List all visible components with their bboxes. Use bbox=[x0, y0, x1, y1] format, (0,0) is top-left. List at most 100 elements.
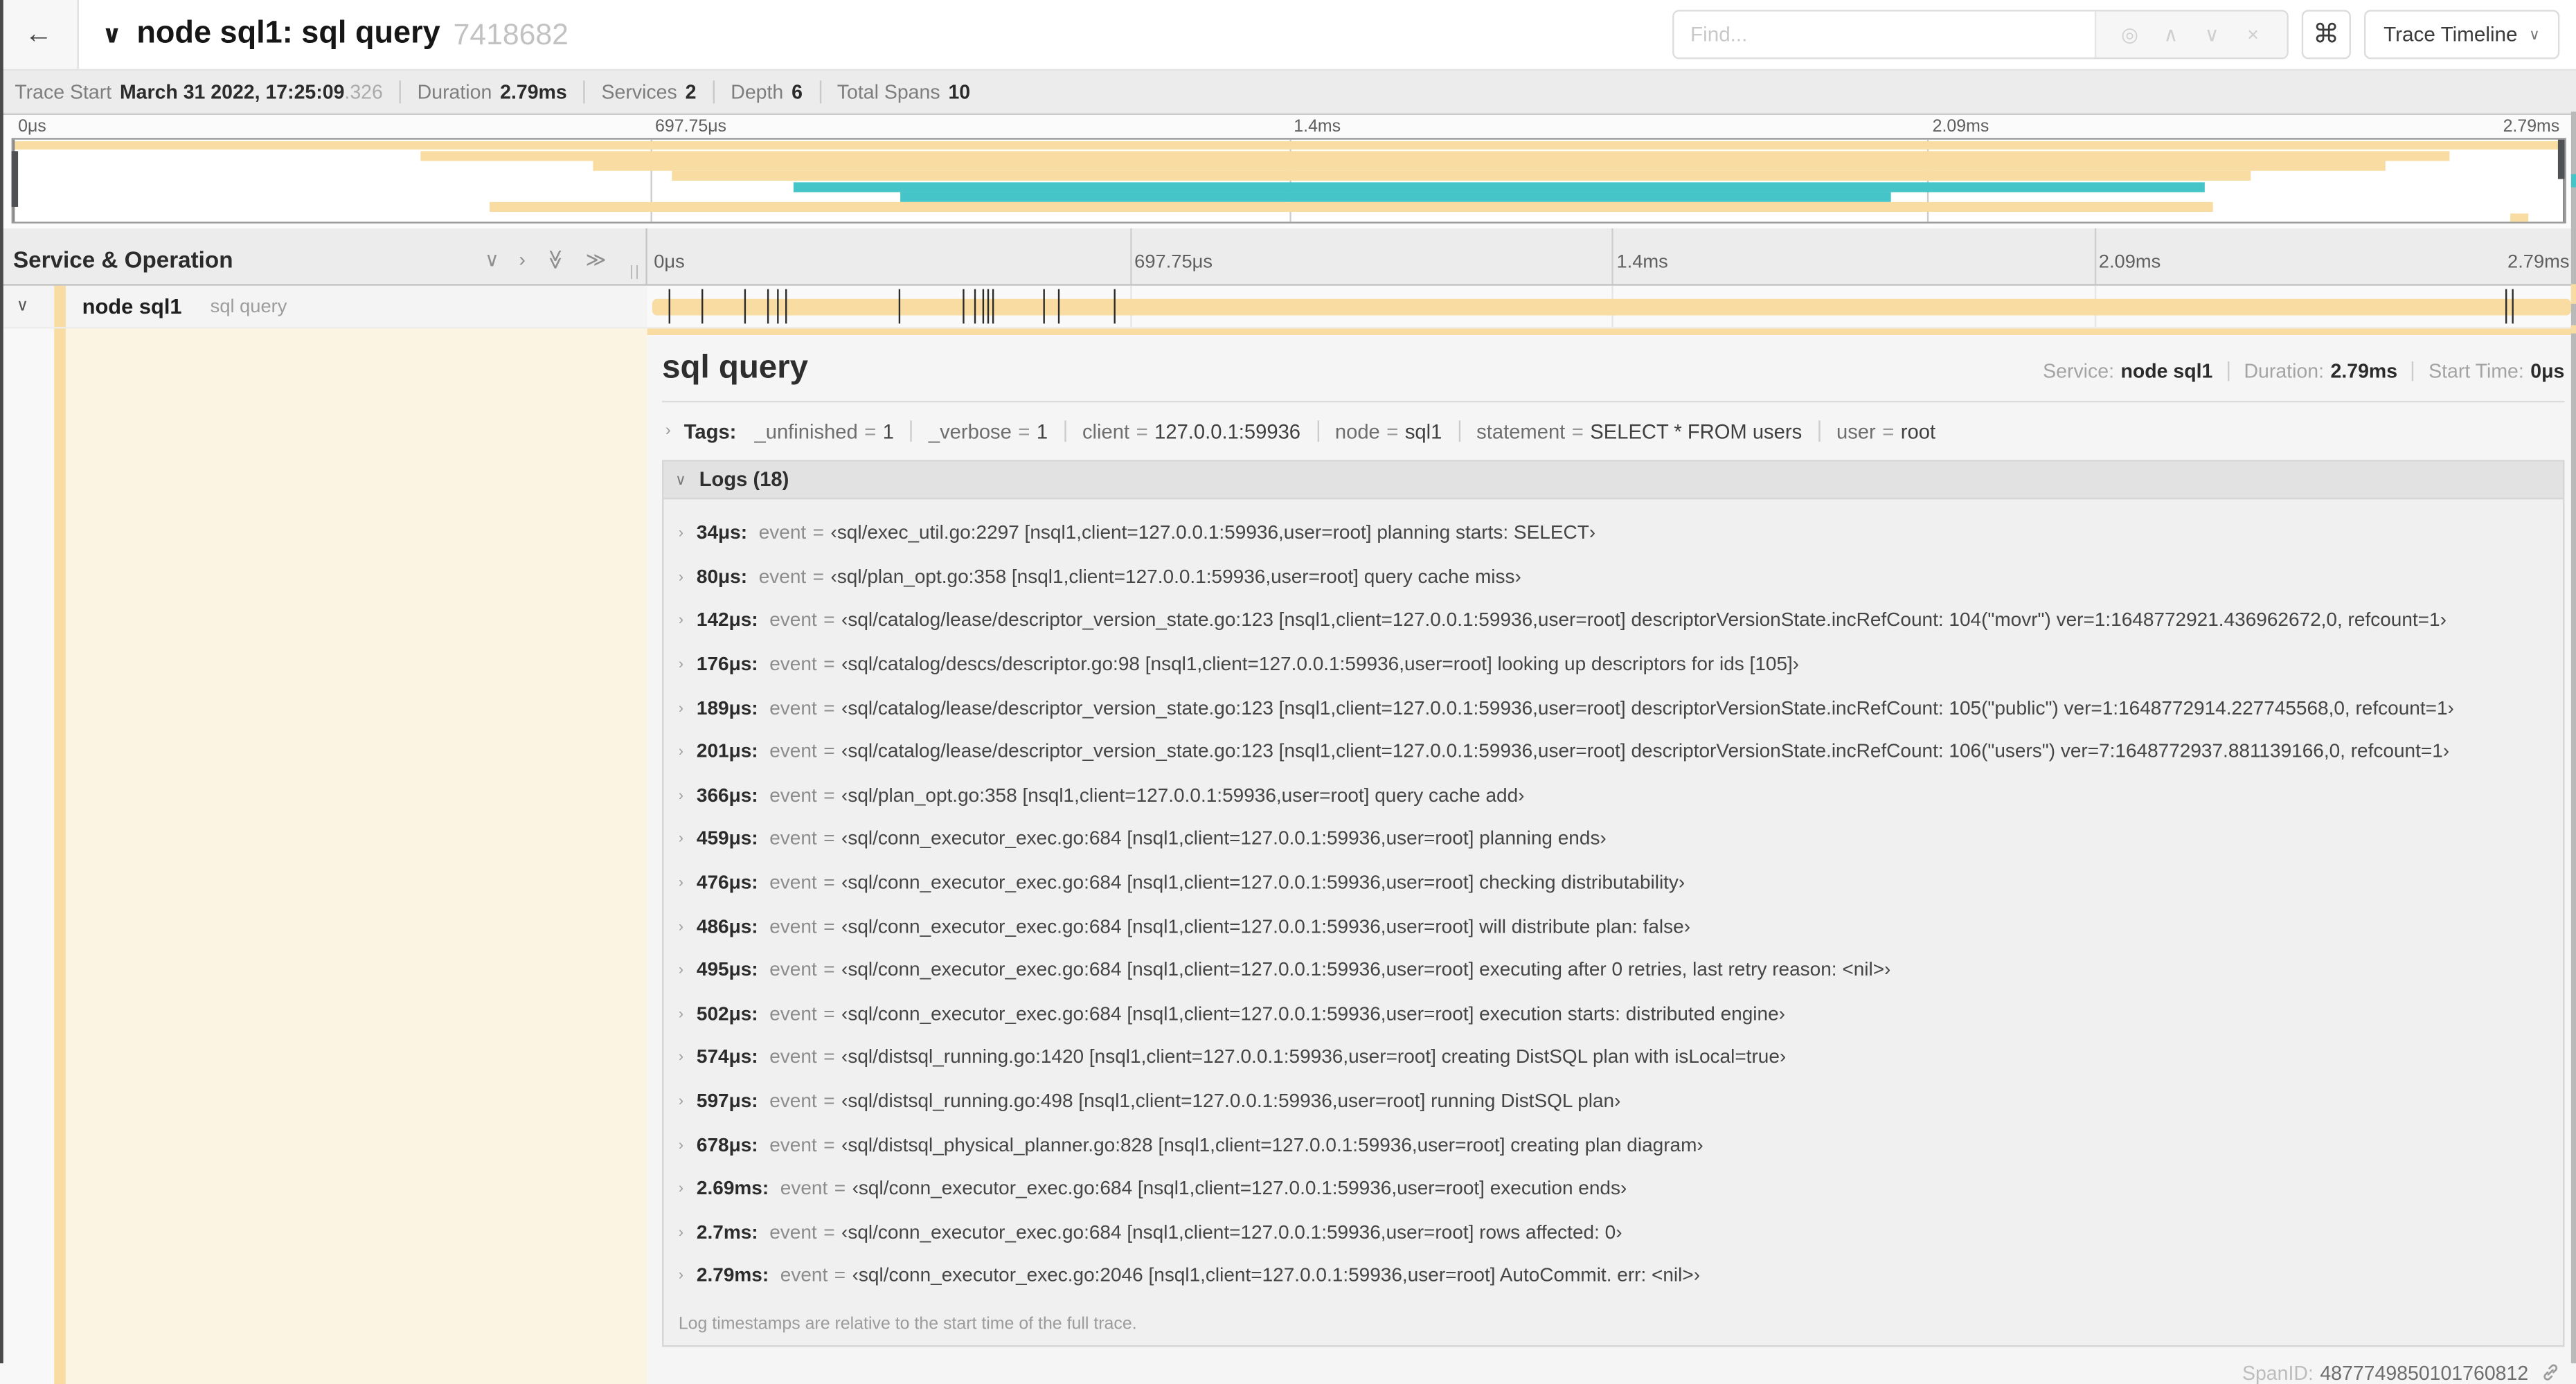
right-scrubber-handle[interactable] bbox=[2557, 139, 2565, 179]
meta-label: Service: bbox=[2043, 359, 2115, 383]
log-equals: = bbox=[834, 1176, 846, 1200]
tick-label: 2.79ms bbox=[2503, 116, 2560, 136]
chevron-right-icon: › bbox=[678, 655, 683, 672]
log-key: event bbox=[769, 1045, 817, 1069]
tick-label: 1.4ms bbox=[1294, 116, 1341, 136]
deep-link-icon[interactable] bbox=[2540, 1362, 2561, 1383]
log-key: event bbox=[769, 783, 817, 807]
expand-all-icon[interactable]: ≫ bbox=[586, 250, 607, 269]
log-key: event bbox=[769, 914, 817, 937]
log-timestamp: 678μs: bbox=[696, 1133, 758, 1156]
span-name-cell[interactable]: ∨ node sql1 sql query bbox=[0, 285, 647, 327]
prev-result-icon[interactable]: ∧ bbox=[2150, 23, 2191, 46]
span-id-value: 4877749850101760812 bbox=[2320, 1361, 2529, 1384]
span-service-name: node sql1 bbox=[82, 294, 182, 319]
span-detail-left-column bbox=[0, 328, 647, 1384]
log-row[interactable]: › 574μs: event = ‹sql/distsql_running.go:142… bbox=[663, 1035, 2563, 1079]
log-row[interactable]: › 80μs: event = ‹sql/plan_opt.go:358 [nsql1,… bbox=[663, 555, 2563, 598]
divider bbox=[2412, 361, 2414, 381]
log-row[interactable]: › 2.7ms: event = ‹sql/conn_executor_exec.go:… bbox=[663, 1210, 2563, 1253]
log-row[interactable]: › 189μs: event = ‹sql/catalog/lease/descript… bbox=[663, 685, 2563, 729]
span-color-accent bbox=[54, 328, 66, 1384]
divider bbox=[583, 80, 585, 104]
log-row[interactable]: › 201μs: event = ‹sql/catalog/lease/descript… bbox=[663, 729, 2563, 773]
column-resizer-handle[interactable]: || bbox=[629, 263, 641, 280]
minimap-span-bar bbox=[794, 181, 2205, 192]
log-value: ‹sql/conn_executor_exec.go:684 [nsql1,cl… bbox=[841, 914, 1691, 937]
chevron-right-icon: › bbox=[678, 611, 683, 629]
clear-search-icon[interactable]: × bbox=[2233, 23, 2273, 46]
trace-stat-services: Services 2 bbox=[601, 80, 697, 104]
log-row[interactable]: › 2.79ms: event = ‹sql/conn_executor_exec.go… bbox=[663, 1253, 2563, 1297]
log-value: ‹sql/plan_opt.go:358 [nsql1,client=127.0… bbox=[841, 783, 1525, 807]
log-equals: = bbox=[823, 1045, 835, 1069]
log-row[interactable]: › 142μs: event = ‹sql/catalog/lease/descript… bbox=[663, 598, 2563, 642]
back-arrow-icon: ← bbox=[24, 18, 53, 50]
minimap-span-bar bbox=[421, 150, 2450, 161]
minimap-span-bar bbox=[901, 192, 1891, 202]
back-button[interactable]: ← bbox=[0, 0, 79, 69]
left-scrubber-handle[interactable] bbox=[11, 151, 19, 207]
expand-one-icon[interactable]: › bbox=[519, 250, 525, 269]
log-key: event bbox=[769, 870, 817, 894]
log-value: ‹sql/distsql_running.go:1420 [nsql1,clie… bbox=[841, 1045, 1787, 1069]
log-row[interactable]: › 476μs: event = ‹sql/conn_executor_exec.go:… bbox=[663, 861, 2563, 904]
log-timestamp: 80μs: bbox=[696, 564, 748, 588]
keyboard-shortcuts-button[interactable]: ⌘ bbox=[2301, 10, 2351, 60]
span-duration-bar[interactable] bbox=[652, 298, 2571, 316]
tick-label: 0μs bbox=[654, 253, 685, 273]
collapse-one-icon[interactable]: ∨ bbox=[485, 250, 499, 269]
span-detail-header[interactable]: sql query Service: node sql1 Duration: 2.79… bbox=[662, 350, 2564, 388]
locate-icon[interactable]: ◎ bbox=[2109, 23, 2150, 46]
right-scrubber[interactable] bbox=[2557, 139, 2565, 222]
log-marker bbox=[1042, 289, 1044, 324]
next-result-icon[interactable]: ∨ bbox=[2192, 23, 2233, 46]
log-row[interactable]: › 678μs: event = ‹sql/distsql_physical_plann… bbox=[663, 1122, 2563, 1166]
trace-view-select[interactable]: Trace Timeline ∨ bbox=[2363, 10, 2560, 60]
span-detail-bar bbox=[647, 328, 2571, 335]
span-timeline-cell[interactable] bbox=[647, 285, 2576, 327]
log-marker bbox=[2505, 289, 2507, 324]
minimap-span-bar bbox=[671, 171, 2251, 181]
chevron-right-icon: › bbox=[678, 1135, 683, 1153]
log-value: ‹sql/catalog/lease/descriptor_version_st… bbox=[841, 739, 2450, 763]
log-marker bbox=[767, 289, 769, 324]
tick-label: 2.09ms bbox=[2098, 253, 2161, 273]
span-collapse-chevron-icon[interactable]: ∨ bbox=[17, 297, 28, 315]
span-detail-left-fill bbox=[65, 328, 647, 1384]
log-row[interactable]: › 486μs: event = ‹sql/conn_executor_exec.go:… bbox=[663, 904, 2563, 948]
chevron-right-icon: › bbox=[678, 961, 683, 978]
log-row[interactable]: › 459μs: event = ‹sql/conn_executor_exec.go:… bbox=[663, 816, 2563, 860]
find-group: ◎∧∨× bbox=[1672, 10, 2289, 60]
collapse-all-icon[interactable]: ≫ bbox=[544, 249, 567, 270]
log-row[interactable]: › 366μs: event = ‹sql/plan_opt.go:358 [nsql1… bbox=[663, 773, 2563, 816]
log-marker bbox=[2512, 289, 2514, 324]
log-equals: = bbox=[823, 783, 835, 807]
log-value: ‹sql/plan_opt.go:358 [nsql1,client=127.0… bbox=[830, 564, 1521, 588]
log-key: event bbox=[769, 1001, 817, 1025]
log-timestamp: 486μs: bbox=[696, 914, 758, 937]
chevron-right-icon: › bbox=[678, 742, 683, 760]
log-row[interactable]: › 2.69ms: event = ‹sql/conn_executor_exec.go… bbox=[663, 1166, 2563, 1210]
left-scrubber[interactable] bbox=[11, 139, 19, 222]
logs-header[interactable]: ∨ Logs (18) bbox=[663, 461, 2564, 500]
log-key: event bbox=[769, 739, 817, 763]
log-key: event bbox=[769, 608, 817, 632]
span-id-row: SpanID: 4877749850101760812 bbox=[662, 1347, 2564, 1384]
minimap-canvas[interactable] bbox=[11, 138, 2566, 224]
tick-label: 0μs bbox=[18, 116, 46, 136]
log-row[interactable]: › 502μs: event = ‹sql/conn_executor_exec.go:… bbox=[663, 991, 2563, 1035]
trace-stat-total-spans: Total Spans 10 bbox=[837, 80, 971, 104]
log-row[interactable]: › 495μs: event = ‹sql/conn_executor_exec.go:… bbox=[663, 948, 2563, 991]
trace-collapse-chevron-icon[interactable]: ∨ bbox=[102, 19, 122, 49]
log-row[interactable]: › 597μs: event = ‹sql/distsql_running.go:498… bbox=[663, 1079, 2563, 1122]
log-key: event bbox=[769, 1220, 817, 1243]
span-row[interactable]: ∨ node sql1 sql query bbox=[0, 285, 2576, 329]
log-row[interactable]: › 34μs: event = ‹sql/exec_util.go:2297 [nsql… bbox=[663, 511, 2563, 555]
window-right-edge[interactable] bbox=[2570, 111, 2576, 1364]
find-input[interactable] bbox=[1674, 11, 2095, 58]
log-row[interactable]: › 176μs: event = ‹sql/catalog/descs/descript… bbox=[663, 642, 2563, 685]
log-timestamp: 142μs: bbox=[696, 608, 758, 632]
tags-row[interactable]: › Tags: _unfinished = 1 _verbose = 1 client = 12… bbox=[662, 411, 2564, 451]
log-value: ‹sql/conn_executor_exec.go:684 [nsql1,cl… bbox=[841, 827, 1607, 850]
